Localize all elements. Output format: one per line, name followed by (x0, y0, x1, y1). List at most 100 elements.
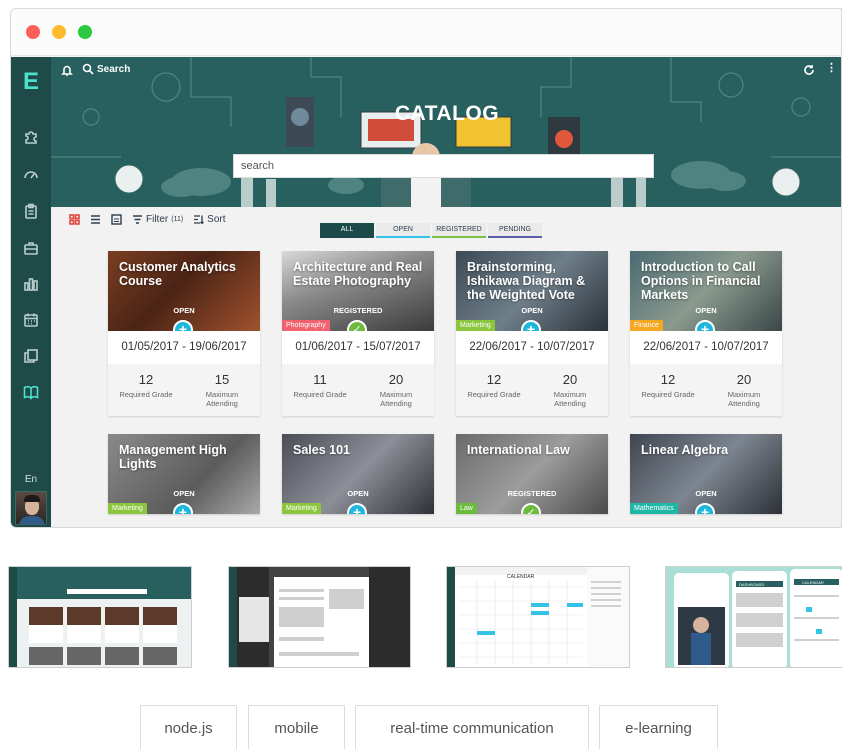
briefcase-icon[interactable] (21, 238, 41, 258)
technology-tags: node.js mobile real-time communication e… (0, 705, 842, 749)
required-grade-value: 11 (313, 372, 327, 387)
enroll-plus-icon[interactable]: + (173, 503, 193, 514)
course-title: Introduction to Call Options in Financia… (641, 260, 761, 302)
bell-icon[interactable] (61, 63, 73, 81)
course-card[interactable]: Management High Lights OPEN Marketing + (108, 434, 260, 514)
required-grade-value: 12 (138, 372, 154, 387)
course-card[interactable]: Introduction to Call Options in Financia… (630, 251, 782, 416)
tab-pending[interactable]: PENDING (488, 223, 542, 238)
registered-check-icon: ✓ (347, 320, 367, 331)
course-image: Sales 101 OPEN Marketing + (282, 434, 434, 514)
course-card[interactable]: International Law REGISTERED Law ✓ (456, 434, 608, 514)
search-icon (82, 63, 94, 75)
status-tabs: ALL OPEN REGISTERED PENDING (320, 223, 542, 238)
required-grade-label: Required Grade (641, 390, 695, 399)
required-grade-value: 12 (660, 372, 676, 387)
language-selector[interactable]: En (11, 474, 51, 485)
refresh-icon[interactable] (803, 63, 815, 81)
course-title: International Law (467, 443, 570, 457)
window-titlebar (11, 9, 841, 56)
enroll-plus-icon[interactable]: + (347, 503, 367, 514)
app-logo[interactable]: E (20, 69, 42, 95)
category-badge: Finance (630, 320, 663, 331)
course-status: OPEN (695, 489, 717, 498)
category-badge: Marketing (456, 320, 495, 331)
sort-button[interactable]: Sort (193, 213, 226, 225)
required-grade-label: Required Grade (293, 390, 347, 399)
course-card[interactable]: Sales 101 OPEN Marketing + (282, 434, 434, 514)
catalog-hero-banner: Search ⋮ CATALOG search (51, 57, 841, 207)
tag-real-time-communication[interactable]: real-time communication (355, 705, 589, 749)
book-icon[interactable] (21, 382, 41, 402)
catalog-toolbar: Filter (11) Sort (69, 211, 226, 227)
course-image: International Law REGISTERED Law ✓ (456, 434, 608, 514)
max-attending-value: 20 (562, 372, 578, 387)
minimize-window-button[interactable] (52, 25, 66, 39)
course-stats: 12 Required Grade 20 Maximum Attending (456, 364, 608, 416)
course-card[interactable]: Customer Analytics Course OPEN + 01/05/2… (108, 251, 260, 416)
max-attending-value: 20 (736, 372, 752, 387)
catalog-thumbnail[interactable] (8, 566, 192, 668)
filter-icon (132, 214, 143, 225)
course-image: Management High Lights OPEN Marketing + (108, 434, 260, 514)
calendar-thumbnail-title: CALENDAR (507, 574, 535, 580)
calendar-icon[interactable] (21, 310, 41, 330)
user-avatar[interactable] (15, 491, 47, 525)
course-status: OPEN (521, 306, 543, 315)
puzzle-icon[interactable] (21, 127, 41, 147)
required-grade-label: Required Grade (467, 390, 521, 399)
tab-registered[interactable]: REGISTERED (432, 223, 486, 238)
tab-open[interactable]: OPEN (376, 223, 430, 238)
top-bar: Search ⋮ (51, 57, 841, 83)
max-attending-value: 15 (214, 372, 230, 387)
max-attending-value: 20 (388, 372, 404, 387)
tag-e-learning[interactable]: e-learning (599, 705, 718, 749)
tag-mobile[interactable]: mobile (248, 705, 345, 749)
course-card[interactable]: Architecture and Real Estate Photography… (282, 251, 434, 416)
enroll-plus-icon[interactable]: + (695, 320, 715, 331)
tab-all[interactable]: ALL (320, 223, 374, 238)
course-card[interactable]: Brainstorming, Ishikawa Diagram & the We… (456, 251, 608, 416)
enroll-plus-icon[interactable]: + (173, 320, 193, 331)
filter-button[interactable]: Filter (11) (132, 214, 183, 225)
editor-thumbnail[interactable] (228, 566, 411, 668)
registered-check-icon: ✓ (521, 503, 541, 514)
enroll-plus-icon[interactable]: + (695, 503, 715, 514)
sort-icon (193, 214, 205, 225)
max-attending-label: Maximum Attending (205, 390, 239, 408)
catalog-search-input[interactable]: search (233, 154, 654, 178)
course-status: OPEN (695, 306, 717, 315)
mobile-thumbnail[interactable]: DASHBOARD CALENDAR (665, 566, 842, 668)
course-title: Customer Analytics Course (119, 260, 236, 288)
course-image: Brainstorming, Ishikawa Diagram & the We… (456, 251, 608, 331)
required-grade-value: 12 (486, 372, 502, 387)
max-attending-label: Maximum Attending (379, 390, 413, 408)
course-status: OPEN (347, 489, 369, 498)
max-attending-label: Maximum Attending (727, 390, 761, 408)
maximize-window-button[interactable] (78, 25, 92, 39)
course-title: Brainstorming, Ishikawa Diagram & the We… (467, 260, 586, 302)
required-grade-label: Required Grade (119, 390, 173, 399)
calendar-thumbnail[interactable]: CALENDAR (446, 566, 630, 668)
mobile-calendar-title: CALENDAR (802, 580, 824, 585)
tag-nodejs[interactable]: node.js (140, 705, 237, 749)
course-dates: 01/06/2017 - 15/07/2017 (295, 341, 421, 353)
compact-view-icon[interactable] (111, 213, 122, 225)
close-window-button[interactable] (26, 25, 40, 39)
documents-icon[interactable] (21, 346, 41, 366)
category-badge: Mathematics (630, 503, 678, 514)
list-view-icon[interactable] (90, 214, 101, 225)
bar-chart-icon[interactable] (21, 274, 41, 294)
course-stats: 11 Required Grade 20 Maximum Attending (282, 364, 434, 416)
course-card[interactable]: Linear Algebra OPEN Mathematics + (630, 434, 782, 514)
more-options-icon[interactable]: ⋮ (826, 61, 837, 74)
max-attending-label: Maximum Attending (553, 390, 587, 408)
top-search-button[interactable]: Search (82, 63, 130, 75)
gauge-icon[interactable] (21, 164, 41, 184)
catalog-app: E En Search ⋮ CATALOG search Filter (11)… (11, 57, 841, 527)
course-image: Customer Analytics Course OPEN + (108, 251, 260, 331)
clipboard-icon[interactable] (21, 201, 41, 221)
enroll-plus-icon[interactable]: + (521, 320, 541, 331)
sort-label: Sort (207, 213, 226, 225)
grid-view-icon[interactable] (69, 213, 80, 225)
